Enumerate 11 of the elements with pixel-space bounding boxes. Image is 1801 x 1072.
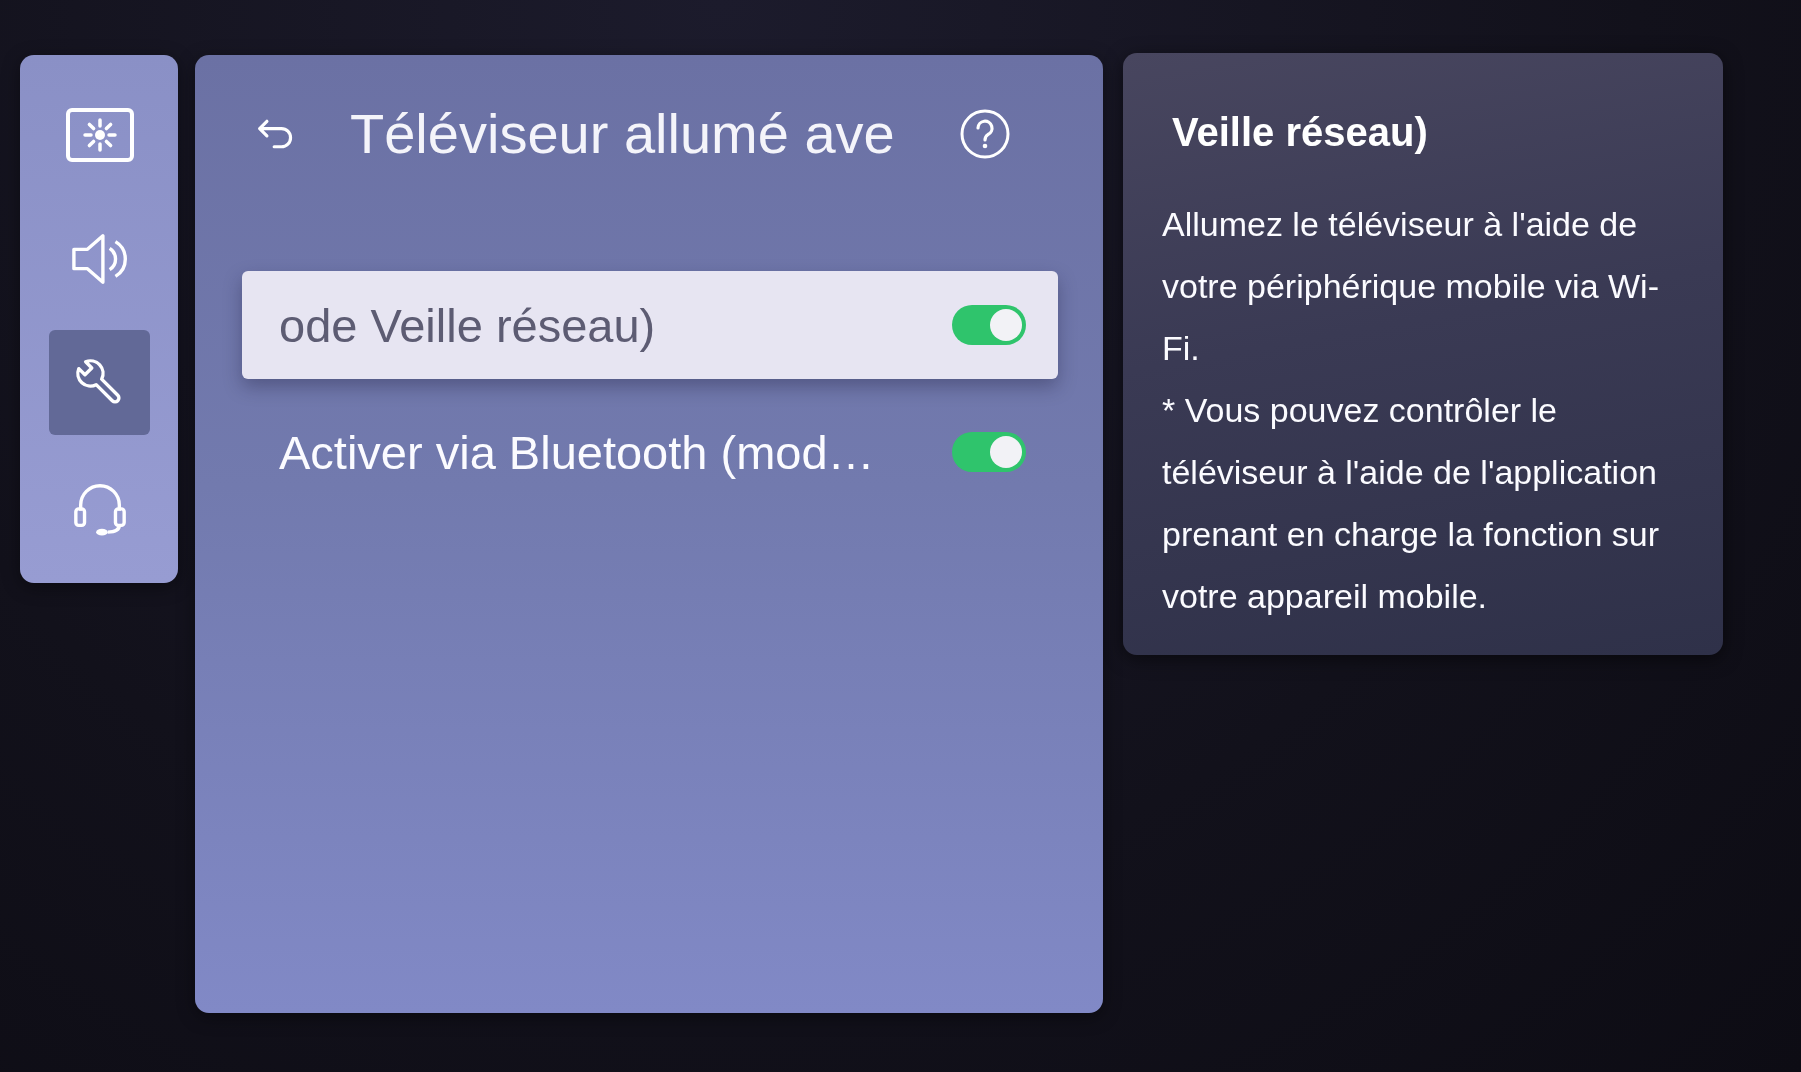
help-icon[interactable] <box>960 109 1010 159</box>
toggle-switch[interactable] <box>952 305 1026 345</box>
help-title: Veille réseau) <box>1172 109 1429 156</box>
menu-option[interactable]: Activer via Bluetooth (mod… <box>242 398 1058 506</box>
toggle-switch[interactable] <box>952 432 1026 472</box>
sidebar-item[interactable] <box>49 330 150 435</box>
menu-option[interactable]: ode Veille réseau) <box>242 271 1058 379</box>
help-text: * Vous pouvez contrôler le téléviseur à l'aide de l'application prenant en charge la fonction sur votre appareil mobile. <box>1162 390 1661 617</box>
sun-screen-icon <box>64 106 135 163</box>
help-text: Allumez le téléviseur à l'aide de votre périphérique mobile via Wi-Fi. <box>1162 204 1660 369</box>
page-title: Téléviseur allumé ave <box>350 102 896 166</box>
